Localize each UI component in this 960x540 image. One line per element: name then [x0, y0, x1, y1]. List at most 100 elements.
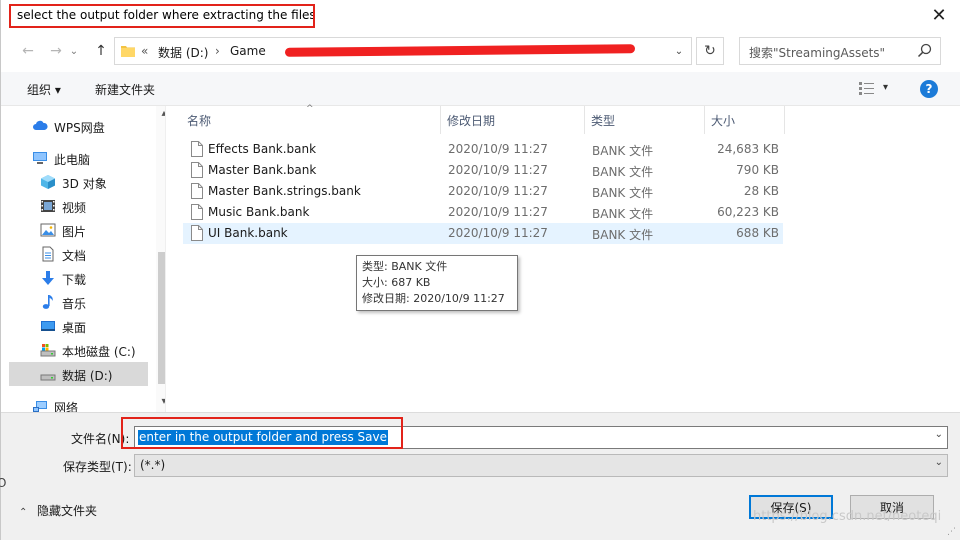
close-button[interactable]: ✕ — [921, 0, 957, 30]
column-header-name[interactable]: 名称 — [187, 112, 211, 129]
arrow-up-icon: ↑ — [95, 43, 107, 59]
sidebar-item-label: 桌面 — [62, 321, 87, 335]
filetype-value: (*.*) — [140, 458, 166, 472]
file-date: 2020/10/9 11:27 — [448, 205, 548, 219]
sidebar-item-3d-objects[interactable]: 3D 对象 — [9, 171, 149, 193]
sidebar-item-wps-cloud[interactable]: WPS网盘 — [9, 115, 149, 137]
folder-icon — [121, 46, 135, 57]
filetype-label: 保存类型(T): — [63, 460, 132, 474]
arrow-left-icon: ← — [22, 43, 34, 59]
file-icon — [191, 183, 203, 199]
file-size: 60,223 KB — [717, 205, 779, 219]
recent-locations-button[interactable]: ⌄ — [67, 40, 81, 62]
sidebar-item-network[interactable]: 网络 — [9, 395, 149, 412]
search-input[interactable]: 搜索"StreamingAssets" — [739, 37, 941, 65]
file-date: 2020/10/9 11:27 — [448, 163, 548, 177]
navigation-pane: WPS网盘 此电脑 3D 对象 视频 图片 文档 下载 音乐 桌面 本地磁盘 (… — [9, 106, 165, 412]
column-divider[interactable] — [440, 106, 441, 134]
file-list: ^ 名称 修改日期 类型 大小 Effects Bank.bank 2020/1… — [165, 104, 960, 412]
title-annotation-box — [9, 4, 315, 28]
address-dropdown-button[interactable]: ⌄ — [666, 38, 692, 64]
sidebar-item-documents[interactable]: 文档 — [9, 243, 149, 265]
sort-ascending-icon: ^ — [306, 104, 314, 114]
file-type: BANK 文件 — [592, 144, 654, 158]
file-name: Master Bank.strings.bank — [208, 184, 361, 198]
sidebar-item-label: 网络 — [54, 401, 79, 412]
hide-folders-toggle[interactable]: ⌃ 隐藏文件夹 — [19, 502, 97, 519]
sidebar-item-music[interactable]: 音乐 — [9, 291, 149, 313]
resize-grip-icon[interactable]: ⋰ — [947, 527, 957, 537]
column-header-date[interactable]: 修改日期 — [447, 112, 495, 129]
sidebar-item-label: 文档 — [62, 249, 87, 263]
breadcrumb-drive[interactable]: 数据 (D:) — [158, 44, 208, 61]
file-row[interactable]: Effects Bank.bank 2020/10/9 11:27 BANK 文… — [183, 139, 783, 160]
sidebar-item-label: 数据 (D:) — [62, 369, 113, 383]
navigation-bar: ← → ⌄ ↑ « 数据 (D:) › Game ⌄ ↻ 搜索"Streamin… — [1, 34, 960, 70]
file-icon — [191, 141, 203, 157]
breadcrumb-separator: › — [215, 44, 220, 58]
desktop-icon — [41, 321, 55, 331]
download-icon — [42, 271, 54, 285]
breadcrumb-game[interactable]: Game — [230, 44, 266, 58]
tooltip-size: 大小: 687 KB — [362, 276, 431, 289]
picture-icon — [40, 223, 56, 237]
computer-icon — [33, 152, 47, 164]
file-row[interactable]: Master Bank.strings.bank 2020/10/9 11:27… — [183, 181, 783, 202]
file-info-tooltip: 类型: BANK 文件 大小: 687 KB 修改日期: 2020/10/9 1… — [356, 255, 518, 311]
help-icon[interactable]: ? — [920, 80, 938, 98]
save-dialog: select the output folder where extractin… — [0, 0, 960, 540]
scroll-down-icon[interactable]: ▾ — [156, 396, 165, 410]
sidebar-item-pictures[interactable]: 图片 — [9, 219, 149, 241]
sidebar-item-label: 下载 — [62, 273, 87, 287]
scroll-up-icon[interactable]: ▴ — [156, 108, 165, 122]
view-options-icon[interactable] — [859, 82, 875, 95]
sidebar-item-downloads[interactable]: 下载 — [9, 267, 149, 289]
sidebar-item-this-pc[interactable]: 此电脑 — [9, 147, 149, 169]
chevron-up-icon: ⌃ — [19, 507, 28, 518]
address-bar[interactable]: « 数据 (D:) › Game ⌄ — [114, 37, 692, 65]
file-type: BANK 文件 — [592, 228, 654, 242]
new-folder-button[interactable]: 新建文件夹 — [95, 81, 155, 98]
scrollbar-thumb[interactable] — [158, 252, 165, 384]
file-icon — [191, 204, 203, 220]
forward-button[interactable]: → — [45, 40, 67, 62]
file-size: 790 KB — [736, 163, 779, 177]
column-divider[interactable] — [784, 106, 785, 134]
file-date: 2020/10/9 11:27 — [448, 226, 548, 240]
arrow-right-icon: → — [50, 43, 62, 59]
column-header-size[interactable]: 大小 — [711, 112, 735, 129]
video-icon — [41, 200, 55, 212]
chevron-down-icon[interactable]: ⌄ — [935, 429, 943, 440]
sidebar-item-local-disk-c[interactable]: 本地磁盘 (C:) — [9, 339, 149, 361]
file-type: BANK 文件 — [592, 207, 654, 221]
organize-menu[interactable]: 组织 ▾ — [27, 81, 61, 98]
sidebar-item-desktop[interactable]: 桌面 — [9, 315, 149, 337]
sidebar-item-videos[interactable]: 视频 — [9, 195, 149, 217]
file-icon — [191, 225, 203, 241]
column-header-type[interactable]: 类型 — [591, 112, 615, 129]
column-divider[interactable] — [584, 106, 585, 134]
drive-c-icon — [40, 344, 56, 357]
view-dropdown-button[interactable]: ▾ — [883, 82, 888, 93]
navigation-scrollbar[interactable]: ▴ ▾ — [156, 106, 165, 412]
search-icon — [917, 43, 932, 58]
file-name: Effects Bank.bank — [208, 142, 317, 156]
file-name: Music Bank.bank — [208, 205, 310, 219]
sidebar-item-label: 3D 对象 — [62, 177, 107, 191]
tooltip-type: 类型: BANK 文件 — [362, 260, 448, 273]
back-button[interactable]: ← — [17, 40, 39, 62]
up-button[interactable]: ↑ — [90, 40, 112, 62]
hide-folders-label: 隐藏文件夹 — [37, 504, 98, 518]
file-name: UI Bank.bank — [208, 226, 288, 240]
sidebar-item-data-d[interactable]: 数据 (D:) — [9, 362, 148, 386]
cloud-icon — [33, 120, 48, 130]
filetype-select[interactable]: (*.*) ⌄ — [134, 454, 948, 477]
column-divider[interactable] — [704, 106, 705, 134]
file-row[interactable]: Master Bank.bank 2020/10/9 11:27 BANK 文件… — [183, 160, 783, 181]
search-placeholder: 搜索"StreamingAssets" — [749, 46, 886, 60]
breadcrumb-overflow[interactable]: « — [141, 44, 148, 58]
file-name: Master Bank.bank — [208, 163, 317, 177]
refresh-button[interactable]: ↻ — [696, 37, 724, 65]
file-row[interactable]: UI Bank.bank 2020/10/9 11:27 BANK 文件 688… — [183, 223, 783, 244]
file-row[interactable]: Music Bank.bank 2020/10/9 11:27 BANK 文件 … — [183, 202, 783, 223]
